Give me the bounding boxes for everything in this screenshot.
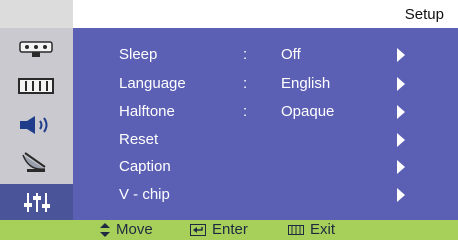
sidebar-item-sound[interactable]	[9, 110, 63, 139]
footer-enter: Enter	[190, 221, 248, 238]
title-bar: Setup	[0, 0, 458, 28]
menu-row-label: V - chip	[119, 186, 170, 203]
menu-row-colon: :	[243, 103, 248, 120]
page-title: Setup	[404, 6, 444, 23]
menu-row-label: Halftone	[119, 103, 175, 120]
menu-row-value: English	[281, 75, 331, 92]
menu-row-value: Opaque	[281, 103, 335, 120]
menu-row-language[interactable]: Language : English	[119, 72, 449, 96]
arrow-right-icon	[397, 48, 405, 62]
menu-row-sleep[interactable]: Sleep : Off	[119, 43, 449, 67]
menu-grid-icon	[288, 224, 304, 235]
input-connector-icon	[19, 40, 53, 57]
menu-row-colon: :	[243, 46, 248, 63]
arrow-right-icon	[397, 77, 405, 91]
menu-row-label: Sleep	[119, 46, 158, 63]
footer-enter-label: Enter	[212, 221, 248, 238]
menu-row-vchip[interactable]: V - chip	[119, 183, 449, 207]
footer-exit: Exit	[288, 221, 335, 238]
up-down-arrows-icon	[100, 222, 110, 237]
footer-move-label: Move	[116, 221, 153, 238]
arrow-right-icon	[397, 133, 405, 147]
speaker-icon	[20, 115, 48, 134]
sidebar-item-setup[interactable]	[0, 184, 73, 220]
menu-row-halftone[interactable]: Halftone : Opaque	[119, 100, 449, 124]
satellite-dish-icon	[22, 151, 46, 172]
footer-hint-bar: Move Enter Exit	[0, 220, 458, 240]
equalizer-sliders-icon	[23, 193, 50, 212]
menu-row-reset[interactable]: Reset	[119, 128, 449, 152]
title-bar-left	[0, 0, 73, 28]
arrow-right-icon	[397, 160, 405, 174]
menu-row-value: Off	[281, 46, 301, 63]
arrow-right-icon	[397, 188, 405, 202]
sidebar-item-picture[interactable]	[9, 71, 63, 100]
sidebar-item-input[interactable]	[9, 34, 63, 63]
menu-row-label: Caption	[119, 158, 171, 175]
menu-row-label: Language	[119, 75, 186, 92]
arrow-right-icon	[397, 105, 405, 119]
menu-row-caption[interactable]: Caption	[119, 155, 449, 179]
setup-osd-window: Setup Sleep: Off Language: English Hal…	[0, 0, 458, 240]
footer-exit-label: Exit	[310, 221, 336, 238]
menu-row-colon: :	[243, 75, 248, 92]
picture-grid-icon	[18, 77, 54, 94]
enter-key-icon	[190, 223, 206, 236]
menu-panel: Sleep : Off Language : English Halftone …	[73, 28, 458, 220]
footer-move: Move	[100, 221, 153, 238]
sidebar	[0, 28, 73, 220]
menu-row-label: Reset	[119, 131, 159, 148]
sidebar-item-channel[interactable]	[9, 146, 63, 175]
